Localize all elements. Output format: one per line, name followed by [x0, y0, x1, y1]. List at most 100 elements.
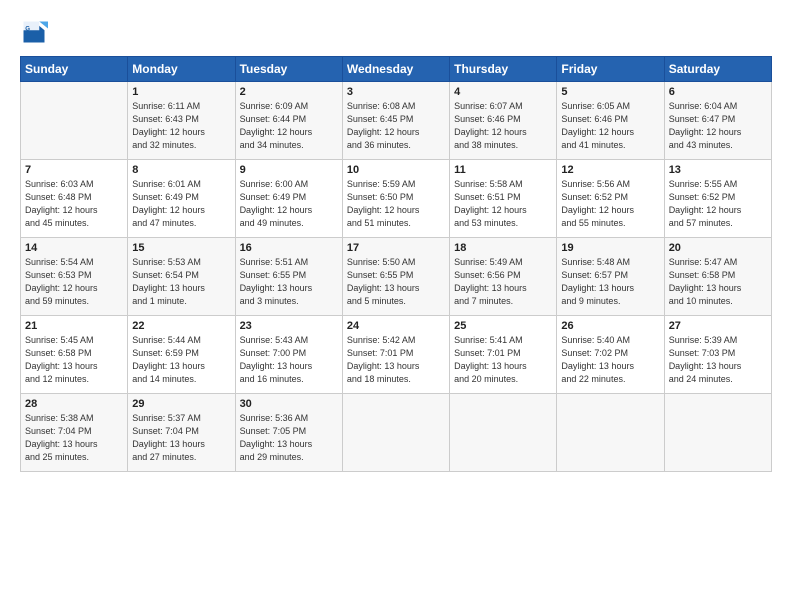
calendar-cell: 9 Sunrise: 6:00 AMSunset: 6:49 PMDaylight…: [235, 160, 342, 238]
calendar-cell: 11 Sunrise: 5:58 AMSunset: 6:51 PMDayligh…: [450, 160, 557, 238]
calendar-cell: 3 Sunrise: 6:08 AMSunset: 6:45 PMDaylight…: [342, 82, 449, 160]
day-info: Sunrise: 5:58 AMSunset: 6:51 PMDaylight:…: [454, 178, 552, 230]
calendar-cell: [342, 394, 449, 472]
day-info: Sunrise: 5:49 AMSunset: 6:56 PMDaylight:…: [454, 256, 552, 308]
weekday-header: Sunday: [21, 57, 128, 82]
day-info: Sunrise: 5:50 AMSunset: 6:55 PMDaylight:…: [347, 256, 445, 308]
page: G SundayMondayTuesdayWednesdayThursdayFr…: [0, 0, 792, 612]
day-number: 9: [240, 164, 338, 176]
calendar-cell: 17Sunrise: 5:50 AMSunset: 6:55 PMDayligh…: [342, 238, 449, 316]
day-info: Sunrise: 5:56 AMSunset: 6:52 PMDaylight:…: [561, 178, 659, 230]
day-info: Sunrise: 5:48 AMSunset: 6:57 PMDaylight:…: [561, 256, 659, 308]
calendar-week-row: 21Sunrise: 5:45 AMSunset: 6:58 PMDayligh…: [21, 316, 772, 394]
calendar-cell: 15 Sunrise: 5:53 AMSunset: 6:54 PMDayligh…: [128, 238, 235, 316]
day-number: 26: [561, 320, 659, 332]
calendar-cell: [664, 394, 771, 472]
day-number: 5: [561, 86, 659, 98]
day-number: 28: [25, 398, 123, 410]
day-info: Sunrise: 6:05 AMSunset: 6:46 PMDaylight:…: [561, 100, 659, 152]
calendar-cell: 16 Sunrise: 5:51 AMSunset: 6:55 PMDayligh…: [235, 238, 342, 316]
calendar-cell: [450, 394, 557, 472]
day-number: 29: [132, 398, 230, 410]
day-info: Sunrise: 6:07 AMSunset: 6:46 PMDaylight:…: [454, 100, 552, 152]
day-info: Sunrise: 5:54 AMSunset: 6:53 PMDaylight:…: [25, 256, 123, 308]
calendar-week-row: 1 Sunrise: 6:11 AMSunset: 6:43 PMDaylight…: [21, 82, 772, 160]
calendar-cell: 19 Sunrise: 5:48 AMSunset: 6:57 PMDayligh…: [557, 238, 664, 316]
day-number: 16: [240, 242, 338, 254]
weekday-header: Saturday: [664, 57, 771, 82]
calendar-cell: 20 Sunrise: 5:47 AMSunset: 6:58 PMDayligh…: [664, 238, 771, 316]
day-number: 14: [25, 242, 123, 254]
calendar-cell: 21Sunrise: 5:45 AMSunset: 6:58 PMDayligh…: [21, 316, 128, 394]
header: G: [20, 18, 772, 46]
day-number: 6: [669, 86, 767, 98]
day-info: Sunrise: 5:53 AMSunset: 6:54 PMDaylight:…: [132, 256, 230, 308]
day-number: 10: [347, 164, 445, 176]
day-info: Sunrise: 6:08 AMSunset: 6:45 PMDaylight:…: [347, 100, 445, 152]
day-number: 4: [454, 86, 552, 98]
day-number: 12: [561, 164, 659, 176]
logo: G: [20, 18, 52, 46]
calendar-week-row: 7 Sunrise: 6:03 AMSunset: 6:48 PMDaylight…: [21, 160, 772, 238]
calendar-cell: 25 Sunrise: 5:41 AMSunset: 7:01 PMDayligh…: [450, 316, 557, 394]
day-info: Sunrise: 5:41 AMSunset: 7:01 PMDaylight:…: [454, 334, 552, 386]
weekday-header-row: SundayMondayTuesdayWednesdayThursdayFrid…: [21, 57, 772, 82]
weekday-header: Monday: [128, 57, 235, 82]
day-number: 19: [561, 242, 659, 254]
day-number: 2: [240, 86, 338, 98]
calendar-cell: 14 Sunrise: 5:54 AMSunset: 6:53 PMDayligh…: [21, 238, 128, 316]
day-info: Sunrise: 5:59 AMSunset: 6:50 PMDaylight:…: [347, 178, 445, 230]
weekday-header: Tuesday: [235, 57, 342, 82]
day-info: Sunrise: 5:55 AMSunset: 6:52 PMDaylight:…: [669, 178, 767, 230]
calendar-cell: 1 Sunrise: 6:11 AMSunset: 6:43 PMDaylight…: [128, 82, 235, 160]
calendar-cell: 30Sunrise: 5:36 AMSunset: 7:05 PMDayligh…: [235, 394, 342, 472]
day-info: Sunrise: 5:36 AMSunset: 7:05 PMDaylight:…: [240, 412, 338, 464]
day-info: Sunrise: 5:43 AMSunset: 7:00 PMDaylight:…: [240, 334, 338, 386]
day-info: Sunrise: 6:03 AMSunset: 6:48 PMDaylight:…: [25, 178, 123, 230]
calendar-cell: 2 Sunrise: 6:09 AMSunset: 6:44 PMDaylight…: [235, 82, 342, 160]
day-number: 13: [669, 164, 767, 176]
day-info: Sunrise: 6:00 AMSunset: 6:49 PMDaylight:…: [240, 178, 338, 230]
calendar-cell: 8Sunrise: 6:01 AMSunset: 6:49 PMDaylight…: [128, 160, 235, 238]
calendar-cell: 24Sunrise: 5:42 AMSunset: 7:01 PMDayligh…: [342, 316, 449, 394]
calendar-cell: 18 Sunrise: 5:49 AMSunset: 6:56 PMDayligh…: [450, 238, 557, 316]
day-number: 8: [132, 164, 230, 176]
day-number: 18: [454, 242, 552, 254]
day-info: Sunrise: 5:47 AMSunset: 6:58 PMDaylight:…: [669, 256, 767, 308]
day-number: 20: [669, 242, 767, 254]
calendar-cell: [557, 394, 664, 472]
day-number: 11: [454, 164, 552, 176]
weekday-header: Friday: [557, 57, 664, 82]
calendar-cell: 13 Sunrise: 5:55 AMSunset: 6:52 PMDayligh…: [664, 160, 771, 238]
day-info: Sunrise: 6:09 AMSunset: 6:44 PMDaylight:…: [240, 100, 338, 152]
calendar-cell: 22 Sunrise: 5:44 AMSunset: 6:59 PMDayligh…: [128, 316, 235, 394]
day-number: 15: [132, 242, 230, 254]
calendar-cell: 4 Sunrise: 6:07 AMSunset: 6:46 PMDaylight…: [450, 82, 557, 160]
day-number: 3: [347, 86, 445, 98]
calendar-cell: 12 Sunrise: 5:56 AMSunset: 6:52 PMDayligh…: [557, 160, 664, 238]
weekday-header: Wednesday: [342, 57, 449, 82]
calendar-cell: 27Sunrise: 5:39 AMSunset: 7:03 PMDayligh…: [664, 316, 771, 394]
day-number: 27: [669, 320, 767, 332]
calendar-cell: 5 Sunrise: 6:05 AMSunset: 6:46 PMDaylight…: [557, 82, 664, 160]
day-number: 7: [25, 164, 123, 176]
calendar-cell: 7 Sunrise: 6:03 AMSunset: 6:48 PMDaylight…: [21, 160, 128, 238]
calendar-cell: 23Sunrise: 5:43 AMSunset: 7:00 PMDayligh…: [235, 316, 342, 394]
calendar-table: SundayMondayTuesdayWednesdayThursdayFrid…: [20, 56, 772, 472]
calendar-cell: [21, 82, 128, 160]
calendar-cell: 26 Sunrise: 5:40 AMSunset: 7:02 PMDayligh…: [557, 316, 664, 394]
day-number: 22: [132, 320, 230, 332]
svg-text:G: G: [25, 25, 30, 32]
day-info: Sunrise: 5:37 AMSunset: 7:04 PMDaylight:…: [132, 412, 230, 464]
day-info: Sunrise: 6:04 AMSunset: 6:47 PMDaylight:…: [669, 100, 767, 152]
day-info: Sunrise: 5:44 AMSunset: 6:59 PMDaylight:…: [132, 334, 230, 386]
day-number: 25: [454, 320, 552, 332]
day-info: Sunrise: 5:40 AMSunset: 7:02 PMDaylight:…: [561, 334, 659, 386]
day-info: Sunrise: 6:11 AMSunset: 6:43 PMDaylight:…: [132, 100, 230, 152]
day-info: Sunrise: 5:51 AMSunset: 6:55 PMDaylight:…: [240, 256, 338, 308]
calendar-cell: 6 Sunrise: 6:04 AMSunset: 6:47 PMDaylight…: [664, 82, 771, 160]
day-number: 1: [132, 86, 230, 98]
day-info: Sunrise: 5:38 AMSunset: 7:04 PMDaylight:…: [25, 412, 123, 464]
calendar-cell: 10 Sunrise: 5:59 AMSunset: 6:50 PMDayligh…: [342, 160, 449, 238]
calendar-cell: 29 Sunrise: 5:37 AMSunset: 7:04 PMDayligh…: [128, 394, 235, 472]
